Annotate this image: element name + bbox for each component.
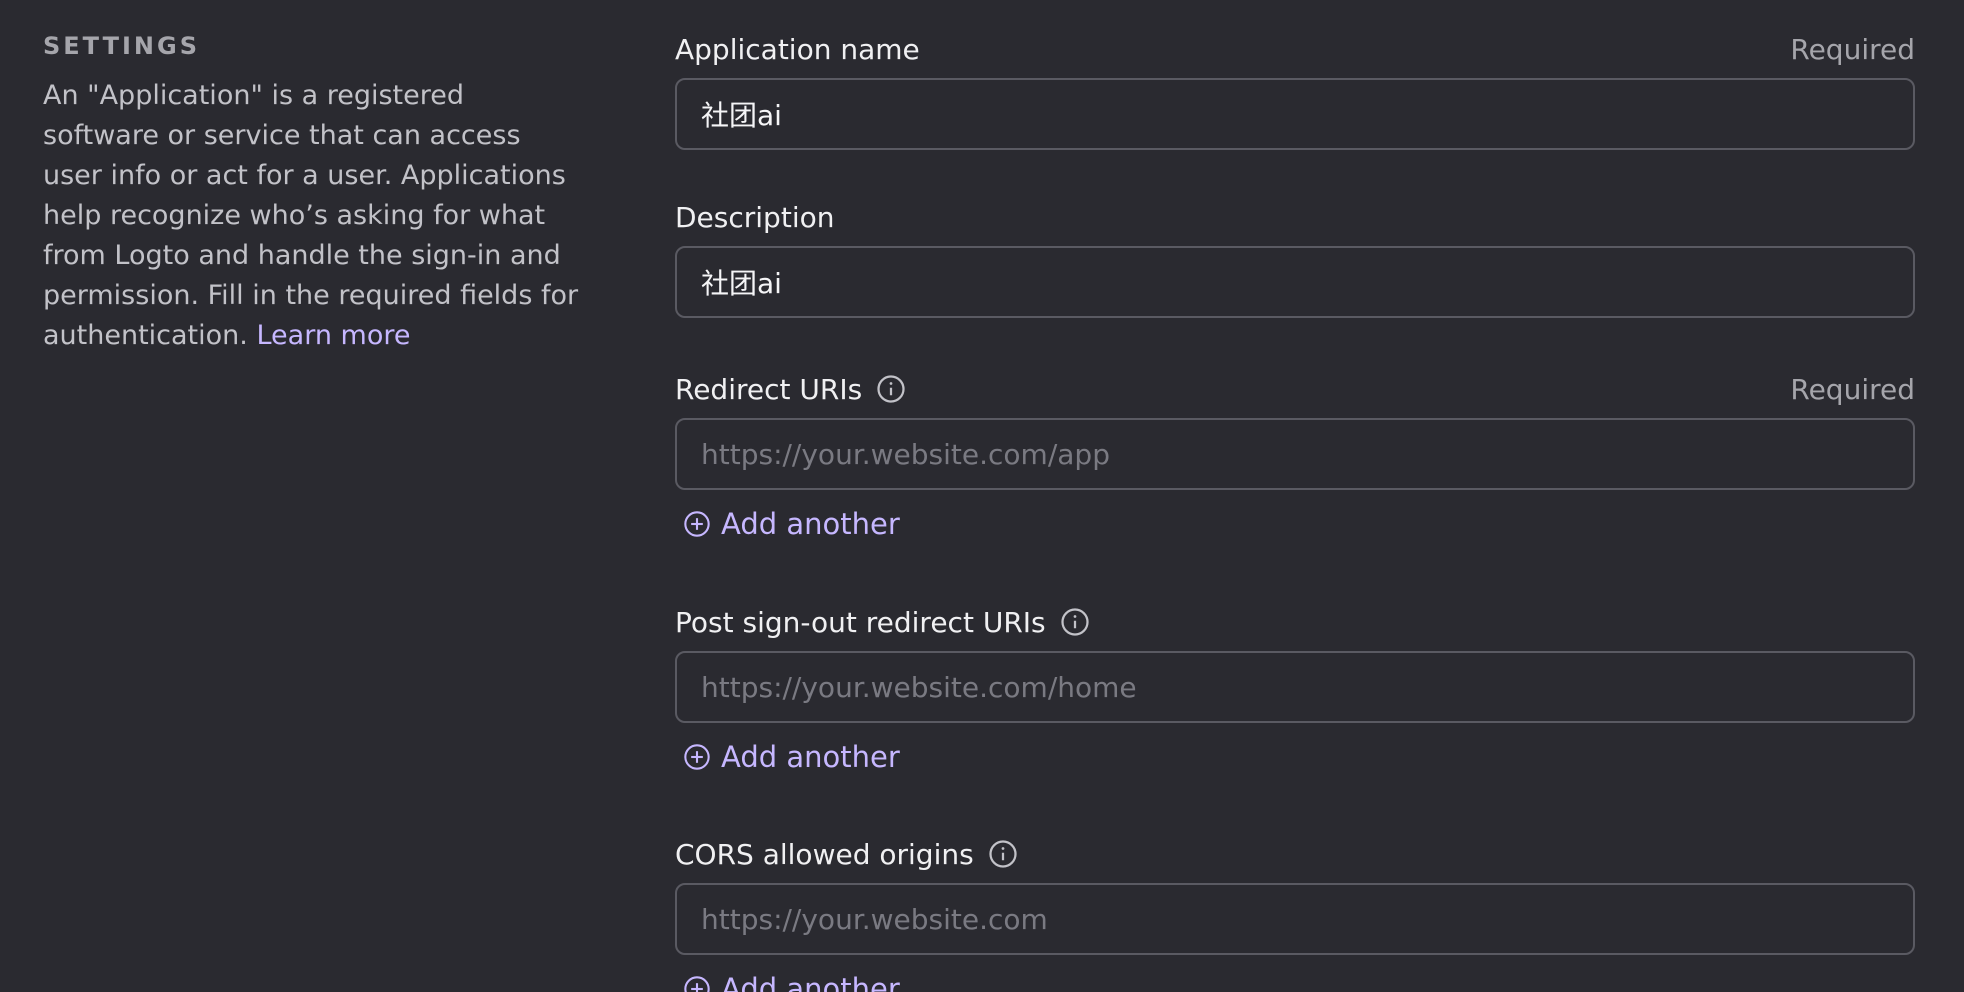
field-header: Description — [675, 196, 1915, 238]
settings-aside: SETTINGS An "Application" is a registere… — [43, 28, 583, 356]
section-description: An "Application" is a registered softwar… — [43, 76, 583, 356]
field-cors-origins: CORS allowed origins Add another — [675, 833, 1915, 992]
field-description: Description — [675, 196, 1915, 368]
plus-circle-icon — [684, 744, 710, 770]
label-wrap: Application name — [675, 33, 920, 66]
redirect-uri-input[interactable] — [675, 418, 1915, 490]
label-wrap: Description — [675, 201, 834, 234]
info-circle-icon[interactable] — [876, 374, 906, 404]
field-header: CORS allowed origins — [675, 833, 1915, 875]
plus-circle-icon — [684, 976, 710, 992]
cors-origins-label: CORS allowed origins — [675, 837, 974, 871]
plus-circle-icon — [684, 511, 710, 537]
label-wrap: Post sign-out redirect URIs — [675, 606, 1090, 639]
add-another-label: Add another — [721, 507, 900, 541]
redirect-uris-label: Redirect URIs — [675, 372, 863, 406]
field-redirect-uris: Redirect URIs Required Add another — [675, 368, 1915, 601]
application-settings-page: SETTINGS An "Application" is a registere… — [0, 0, 1964, 992]
application-name-label: Application name — [675, 32, 920, 66]
section-title: SETTINGS — [43, 32, 200, 60]
add-cors-origin-button[interactable]: Add another — [683, 969, 900, 992]
description-text: An "Application" is a registered softwar… — [43, 80, 579, 351]
label-wrap: Redirect URIs — [675, 373, 906, 406]
field-post-signout-uris: Post sign-out redirect URIs Add another — [675, 601, 1915, 833]
info-circle-icon[interactable] — [988, 839, 1018, 869]
application-name-input[interactable] — [675, 78, 1915, 150]
label-wrap: CORS allowed origins — [675, 838, 1018, 871]
add-redirect-uri-button[interactable]: Add another — [683, 504, 900, 544]
field-application-name: Application name Required — [675, 28, 1915, 196]
field-header: Application name Required — [675, 28, 1915, 70]
add-another-label: Add another — [721, 972, 900, 992]
add-another-label: Add another — [721, 740, 900, 774]
settings-form: Application name Required Description Re… — [675, 28, 1915, 992]
description-label: Description — [675, 200, 835, 234]
post-signout-uris-label: Post sign-out redirect URIs — [675, 605, 1046, 639]
info-circle-icon[interactable] — [1060, 607, 1090, 637]
field-header: Post sign-out redirect URIs — [675, 601, 1915, 643]
cors-origin-input[interactable] — [675, 883, 1915, 955]
required-indicator: Required — [1790, 32, 1915, 66]
add-post-signout-uri-button[interactable]: Add another — [683, 737, 900, 777]
learn-more-link[interactable]: Learn more — [256, 320, 410, 351]
required-indicator: Required — [1790, 372, 1915, 406]
post-signout-uri-input[interactable] — [675, 651, 1915, 723]
field-header: Redirect URIs Required — [675, 368, 1915, 410]
description-input[interactable] — [675, 246, 1915, 318]
